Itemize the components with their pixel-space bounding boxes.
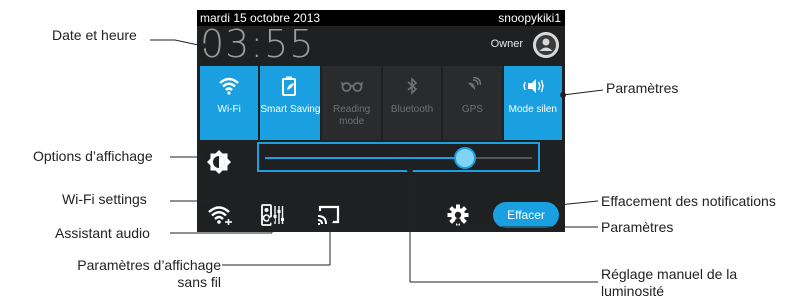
toggle-bluetooth[interactable]: Bluetooth xyxy=(382,66,442,140)
notification-panel: mardi 15 octobre 2013 snoopykiki1 03:55 … xyxy=(197,10,565,232)
callout-audio-wizard: Assistant audio xyxy=(55,225,150,241)
callout-settings-top: Paramètres xyxy=(606,80,679,96)
owner-label[interactable]: Owner xyxy=(491,38,523,50)
callout-wireless-display-line1: Paramètres d’affichage xyxy=(77,257,221,273)
toggle-label: GPS xyxy=(461,104,483,115)
wifi-settings-icon[interactable] xyxy=(207,202,233,228)
callout-clear-notifications: Effacement des notifications xyxy=(601,193,776,209)
toggle-smart-saving[interactable]: Smart Saving xyxy=(260,66,321,140)
smart-saving-icon xyxy=(277,76,303,96)
wifi-icon xyxy=(216,76,242,96)
callout-settings-bottom: Paramètres xyxy=(601,219,674,235)
toggle-gps[interactable]: GPS xyxy=(443,66,502,140)
brightness-slider-thumb[interactable] xyxy=(454,147,477,169)
time-row: 03:55 Owner xyxy=(197,22,565,66)
speaker-vibrate-icon xyxy=(520,76,546,96)
callout-wireless-display: Paramètres d’affichage sans fil xyxy=(9,257,221,291)
callout-display-options: Options d’affichage xyxy=(33,148,153,164)
brightness-icon[interactable] xyxy=(205,148,233,176)
toggle-label: Smart Saving xyxy=(260,104,321,115)
toggle-label: Bluetooth xyxy=(390,104,434,115)
gps-icon xyxy=(459,76,485,96)
brightness-slider[interactable] xyxy=(257,142,540,172)
toggle-label: Reading mode xyxy=(332,104,371,127)
brightness-row xyxy=(197,142,565,182)
callout-manual-brightness-line1: Réglage manuel de la xyxy=(601,266,738,282)
bluetooth-icon xyxy=(399,76,425,96)
reading-glasses-icon xyxy=(339,76,365,96)
toggle-label: Mode silen xyxy=(508,104,557,115)
callout-date-time: Date et heure xyxy=(52,27,137,43)
user-avatar-icon[interactable] xyxy=(533,32,559,58)
brightness-track-filled xyxy=(265,157,466,159)
callout-manual-brightness: Réglage manuel de la luminosité xyxy=(601,266,737,300)
audio-wizard-icon[interactable] xyxy=(259,202,285,228)
clear-notifications-button[interactable]: Effacer xyxy=(493,202,559,228)
toggle-silent-mode[interactable]: Mode silen xyxy=(503,66,562,140)
clock-time: 03:55 xyxy=(200,22,315,66)
callout-wireless-display-line2: sans fil xyxy=(177,274,221,290)
toggle-reading-mode[interactable]: Reading mode xyxy=(322,66,381,140)
bottom-bar: Effacer xyxy=(197,186,565,232)
callout-wifi-settings: Wi-Fi settings xyxy=(62,191,147,207)
toggle-label: Wi-Fi xyxy=(217,104,241,115)
wireless-display-icon[interactable] xyxy=(315,202,341,228)
status-user: snoopykiki1 xyxy=(498,11,561,25)
callout-manual-brightness-line2: luminosité xyxy=(601,283,665,299)
quick-settings-toggles: Wi-Fi Smart Saving Reading mode Bluetoot… xyxy=(200,66,562,140)
gear-icon[interactable] xyxy=(445,202,471,228)
toggle-wifi[interactable]: Wi-Fi xyxy=(200,66,259,140)
